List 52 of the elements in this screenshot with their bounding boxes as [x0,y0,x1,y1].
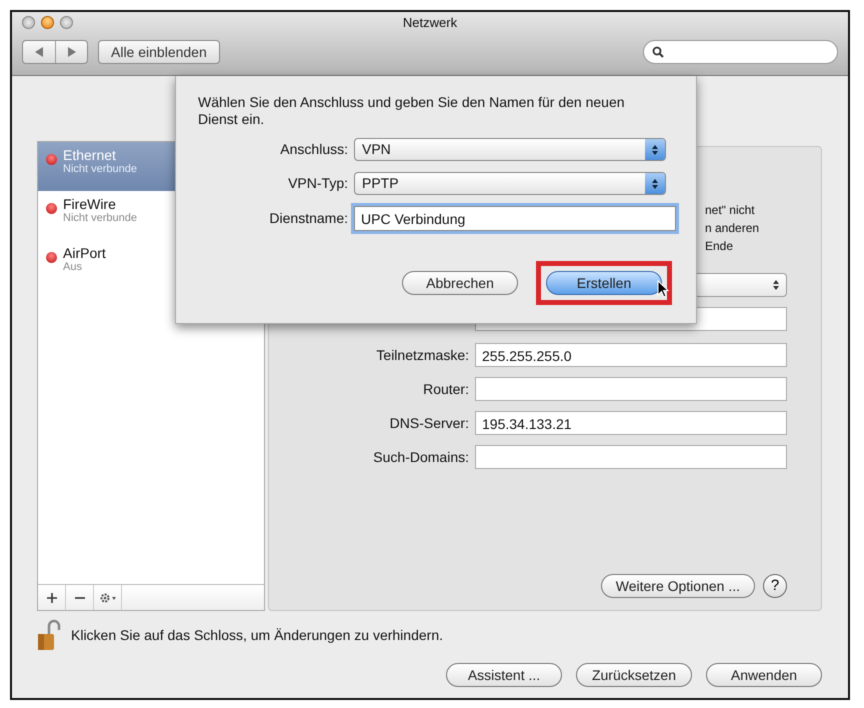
lock-hint-text: Klicken Sie auf das Schloss, um Änderungen zu verhindern. [71,626,443,645]
stepper-arrows-icon [772,279,780,291]
plus-icon [46,592,56,602]
input-field[interactable]: 195.34.133.21 [475,411,787,435]
footer-button[interactable]: Anwenden [706,663,822,687]
footer-button[interactable]: Assistent ... [446,663,562,687]
status-dot-icon [46,154,57,165]
field-label: Anschluss: [279,140,348,159]
input-field[interactable]: 255.255.255.0 [475,343,787,367]
minimize-button[interactable] [41,16,54,29]
service-name: AirPort [63,246,106,261]
input-field[interactable] [475,445,787,469]
popup-select[interactable]: PPTP [354,172,666,195]
forward-arrow-icon [68,47,76,57]
lock-icon[interactable] [37,619,63,651]
field-label: Teilnetzmaske: [375,346,469,364]
field-label: Router: [422,380,469,398]
pointer-icon [657,278,669,298]
service-name: FireWire [63,197,117,212]
status-text: n anderen Ende [705,220,760,255]
service-status: Nicht verbunde [63,163,137,175]
popup-select[interactable]: VPN [354,138,666,161]
field-label: Dienstname: [268,209,348,228]
status-text: net" nicht [705,202,756,219]
close-button[interactable] [22,16,35,29]
input-field[interactable]: UPC Verbindung [354,206,676,231]
zoom-button[interactable] [60,16,73,29]
status-dot-icon [46,203,57,214]
cancel-button[interactable]: Abbrechen [402,271,518,295]
field-label: DNS-Server: [388,414,469,432]
stepper-arrows-icon [651,178,659,190]
gear-icon [98,592,116,604]
dialog-message: Wählen Sie den Anschluss und geben Sie den Namen für den neuen Dienst ein. [198,94,626,128]
service-item[interactable]: AirPort Aus [38,240,264,289]
service-status: Aus [63,261,83,273]
stepper-arrows-icon [651,144,659,156]
search-icon [652,46,664,58]
window-title: Netzwerk [402,15,458,30]
help-button[interactable]: ? [763,574,787,598]
footer-button[interactable]: Zurücksetzen [576,663,692,687]
show-all-button[interactable]: Alle einblenden [98,40,220,64]
more-options-button[interactable]: Weitere Optionen ... [600,574,755,598]
field-label: VPN-Typ: [287,174,348,193]
search-field[interactable] [643,40,838,64]
service-name: Ethernet [63,148,117,163]
field-label: Such-Domains: [372,448,469,466]
status-dot-icon [46,252,57,263]
back-arrow-icon [35,47,43,57]
create-button[interactable]: Erstellen [546,271,662,295]
input-field[interactable] [475,377,787,401]
service-status: Nicht verbunde [63,212,137,224]
service-item[interactable]: FireWire Nicht verbunde [38,191,264,240]
